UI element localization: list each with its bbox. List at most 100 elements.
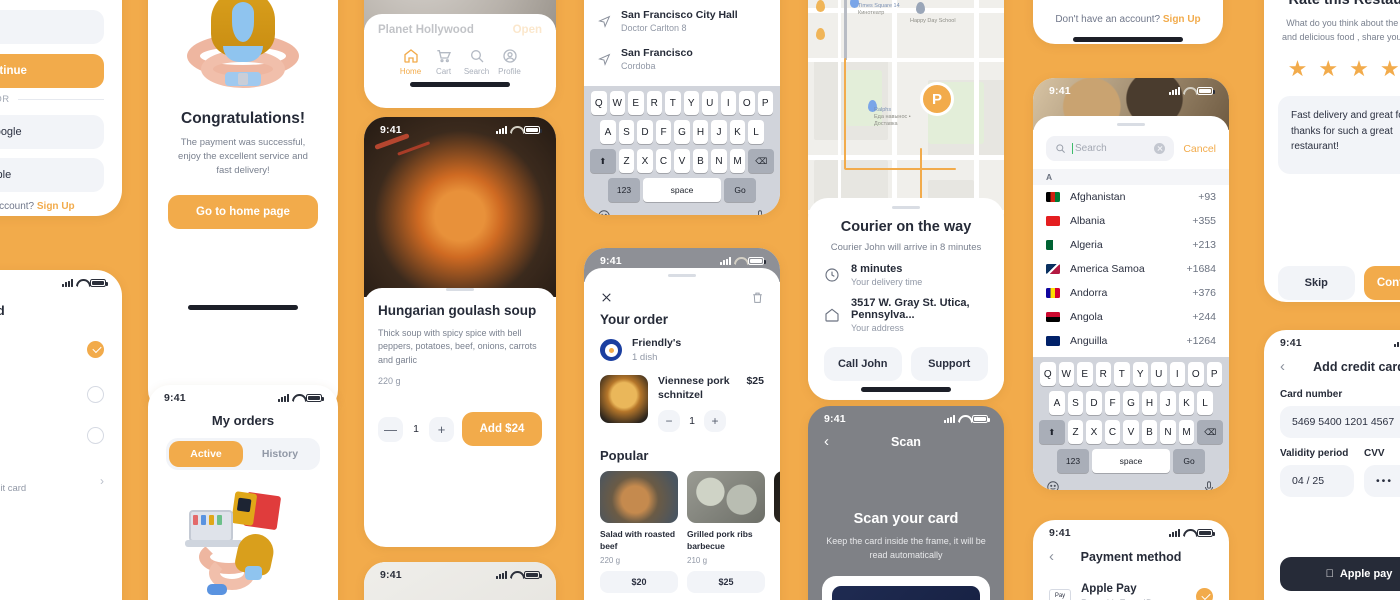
emoji-icon[interactable] bbox=[1046, 480, 1060, 490]
key-i[interactable]: I bbox=[1169, 362, 1185, 386]
star-rating[interactable]: ★ ★ ★ ★ ★ bbox=[1264, 58, 1400, 80]
key-m[interactable]: M bbox=[729, 149, 746, 173]
microphone-icon[interactable] bbox=[1202, 480, 1216, 490]
restaurant-row[interactable]: Friendly's 1 dish bbox=[584, 327, 780, 363]
key-m[interactable]: M bbox=[1178, 420, 1195, 444]
country-row[interactable]: America Samoa +1684 bbox=[1033, 257, 1229, 281]
add-to-cart-button[interactable]: Add $24 bbox=[462, 412, 542, 447]
tab-search[interactable]: Search bbox=[460, 48, 493, 76]
key-o[interactable]: O bbox=[739, 91, 755, 115]
radio-unselected[interactable] bbox=[87, 386, 104, 403]
key-b[interactable]: B bbox=[692, 149, 709, 173]
key-d[interactable]: D bbox=[637, 120, 653, 144]
country-row[interactable]: Andorra +376 bbox=[1033, 281, 1229, 305]
shift-icon[interactable]: ⬆ bbox=[589, 149, 616, 173]
review-textarea[interactable]: Fast delivery and great food, thanks for… bbox=[1278, 96, 1400, 174]
tab-active-orders[interactable]: Active bbox=[169, 441, 243, 467]
increase-quantity-button[interactable]: + bbox=[429, 416, 454, 442]
star-icon[interactable]: ★ bbox=[1380, 58, 1400, 80]
sheet-grabber[interactable] bbox=[892, 206, 920, 209]
apple-pay-row[interactable]: Pay Apple Pay Pay with Face ID bbox=[1033, 569, 1229, 600]
star-icon[interactable]: ★ bbox=[1288, 58, 1308, 80]
key-i[interactable]: I bbox=[720, 91, 736, 115]
key-r[interactable]: R bbox=[1095, 362, 1111, 386]
key-g[interactable]: G bbox=[1123, 391, 1139, 415]
key-r[interactable]: R bbox=[646, 91, 662, 115]
key-o[interactable]: O bbox=[1188, 362, 1204, 386]
tab-cart[interactable]: Cart bbox=[427, 48, 460, 76]
key-y[interactable]: Y bbox=[683, 91, 699, 115]
continue-button[interactable]: Continue bbox=[0, 54, 104, 88]
clear-icon[interactable] bbox=[1154, 143, 1166, 154]
go-to-home-page-button[interactable]: Go to home page bbox=[168, 195, 318, 230]
key-space[interactable]: space bbox=[1092, 449, 1170, 473]
key-a[interactable]: A bbox=[1049, 391, 1065, 415]
key-j[interactable]: J bbox=[711, 120, 727, 144]
support-button[interactable]: Support bbox=[910, 347, 988, 381]
key-l[interactable]: L bbox=[748, 120, 764, 144]
backspace-icon[interactable]: ⌫ bbox=[748, 149, 775, 173]
signup-link[interactable]: Sign Up bbox=[1163, 14, 1201, 25]
continue-with-apple-button[interactable]: Continue with Apple bbox=[0, 158, 104, 192]
sheet-grabber[interactable] bbox=[668, 274, 696, 277]
radio-unselected[interactable] bbox=[87, 427, 104, 444]
emoji-icon[interactable] bbox=[597, 209, 611, 215]
key-numeric[interactable]: 123 bbox=[608, 178, 640, 202]
country-row[interactable]: Anguilla +1264 bbox=[1033, 329, 1229, 353]
key-t[interactable]: T bbox=[665, 91, 681, 115]
continue-button[interactable]: Continue bbox=[1363, 266, 1400, 300]
back-icon[interactable]: ‹ bbox=[824, 433, 842, 450]
backspace-icon[interactable]: ⌫ bbox=[1197, 420, 1224, 444]
key-h[interactable]: H bbox=[692, 120, 709, 144]
key-e[interactable]: E bbox=[1077, 362, 1093, 386]
popular-price-button[interactable]: $25 bbox=[687, 571, 765, 594]
destination-marker[interactable]: P bbox=[920, 82, 954, 116]
key-go[interactable]: Go bbox=[1173, 449, 1205, 473]
signup-link[interactable]: Sign Up bbox=[37, 201, 75, 212]
key-k[interactable]: K bbox=[729, 120, 746, 144]
key-x[interactable]: X bbox=[1086, 420, 1102, 444]
country-row[interactable]: Angola +244 bbox=[1033, 305, 1229, 329]
popular-card[interactable]: Salad with roasted beef 220 g $20 bbox=[600, 471, 678, 594]
sheet-grabber[interactable] bbox=[1117, 123, 1145, 126]
continue-with-google-button[interactable]: Continue With Google bbox=[0, 115, 104, 149]
search-input[interactable]: Search bbox=[1046, 136, 1175, 161]
key-f[interactable]: F bbox=[655, 120, 672, 144]
star-icon[interactable]: ★ bbox=[1349, 58, 1369, 80]
key-space[interactable]: space bbox=[643, 178, 721, 202]
key-n[interactable]: N bbox=[711, 149, 727, 173]
key-h[interactable]: H bbox=[1141, 391, 1158, 415]
star-icon[interactable]: ★ bbox=[1318, 58, 1338, 80]
skip-button[interactable]: Skip bbox=[1278, 266, 1355, 300]
key-go[interactable]: Go bbox=[724, 178, 756, 202]
key-p[interactable]: P bbox=[1206, 362, 1222, 386]
key-z[interactable]: Z bbox=[1067, 420, 1084, 444]
call-courier-button[interactable]: Call John bbox=[824, 347, 902, 381]
card-number-input[interactable]: 5469 5400 1201 4567 bbox=[1280, 406, 1400, 438]
country-row[interactable]: Albania +355 bbox=[1033, 209, 1229, 233]
key-v[interactable]: V bbox=[1123, 420, 1139, 444]
key-p[interactable]: P bbox=[757, 91, 773, 115]
key-n[interactable]: N bbox=[1160, 420, 1176, 444]
key-q[interactable]: Q bbox=[1040, 362, 1056, 386]
key-u[interactable]: U bbox=[1151, 362, 1167, 386]
radio-selected[interactable] bbox=[87, 340, 104, 358]
microphone-icon[interactable] bbox=[753, 209, 767, 215]
radio-selected[interactable] bbox=[1196, 587, 1213, 600]
key-l[interactable]: L bbox=[1197, 391, 1213, 415]
key-s[interactable]: S bbox=[1067, 391, 1084, 415]
key-k[interactable]: K bbox=[1178, 391, 1195, 415]
tab-home[interactable]: Home bbox=[394, 48, 427, 76]
key-w[interactable]: W bbox=[609, 91, 625, 115]
key-j[interactable]: J bbox=[1160, 391, 1176, 415]
trash-icon[interactable] bbox=[751, 291, 764, 304]
key-t[interactable]: T bbox=[1114, 362, 1130, 386]
tab-profile[interactable]: Profile bbox=[493, 48, 526, 76]
key-b[interactable]: B bbox=[1141, 420, 1158, 444]
address-result-item[interactable]: San Francisco City Hall Doctor Carlton 8 bbox=[584, 2, 780, 40]
cvv-input[interactable]: ••• bbox=[1364, 465, 1400, 497]
payment-option-row[interactable]: Apple Pay Pay with Face ID bbox=[0, 324, 104, 374]
key-y[interactable]: Y bbox=[1132, 362, 1148, 386]
key-numeric[interactable]: 123 bbox=[1057, 449, 1089, 473]
key-v[interactable]: V bbox=[674, 149, 690, 173]
